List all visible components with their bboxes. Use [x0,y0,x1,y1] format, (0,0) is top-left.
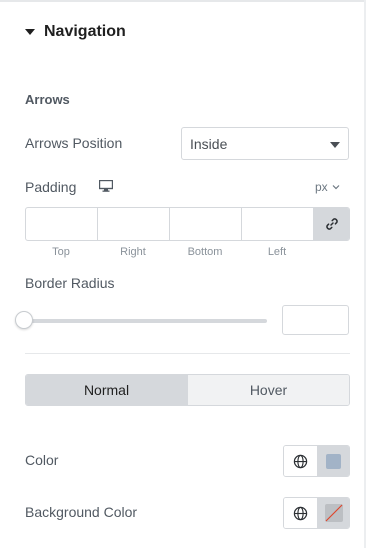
padding-bottom-label: Bottom [187,246,223,258]
global-colors-button[interactable] [284,446,317,476]
border-radius-label: Border Radius [25,275,115,291]
caret-down-icon [330,142,340,148]
padding-bottom-input[interactable] [170,208,242,240]
divider [25,353,350,354]
color-picker-button[interactable] [317,446,349,476]
color-label: Color [25,452,59,468]
padding-label: Padding [25,179,77,195]
triangle-down-icon [25,29,35,35]
border-radius-slider-handle[interactable] [15,311,33,329]
tab-hover[interactable]: Hover [187,375,349,405]
background-color-picker-button[interactable] [317,498,349,528]
link-values-button[interactable] [314,208,349,240]
arrows-heading: Arrows [25,92,70,107]
padding-top-input[interactable] [26,208,98,240]
background-color-label: Background Color [25,504,138,520]
background-color-control [283,497,350,529]
globe-icon [293,454,308,468]
arrows-position-value: Inside [190,135,228,152]
padding-right-input[interactable] [98,208,170,240]
padding-dimensions [25,207,350,241]
link-icon [325,218,338,230]
section-navigation-toggle[interactable]: Navigation [25,22,126,42]
unit-selector[interactable]: px [315,180,340,194]
chevron-down-icon [332,185,340,190]
top-border [0,0,366,2]
padding-left-label: Left [267,246,287,258]
globe-icon [293,506,308,520]
padding-left-input[interactable] [242,208,314,240]
padding-top-label: Top [52,246,70,258]
unit-label: px [315,180,328,194]
no-color-swatch-icon [324,504,343,522]
color-control [283,445,350,477]
arrows-position-select[interactable]: Inside [181,127,349,160]
state-tabs: Normal Hover [25,374,350,406]
global-colors-button[interactable] [284,498,317,528]
padding-right-label: Right [120,246,146,258]
monitor-icon[interactable] [99,180,113,192]
arrows-position-label: Arrows Position [25,135,123,151]
tab-normal[interactable]: Normal [26,375,187,405]
section-title: Navigation [44,23,126,40]
color-swatch [326,453,341,469]
border-radius-input[interactable] [282,305,349,335]
border-radius-slider[interactable] [25,319,267,323]
